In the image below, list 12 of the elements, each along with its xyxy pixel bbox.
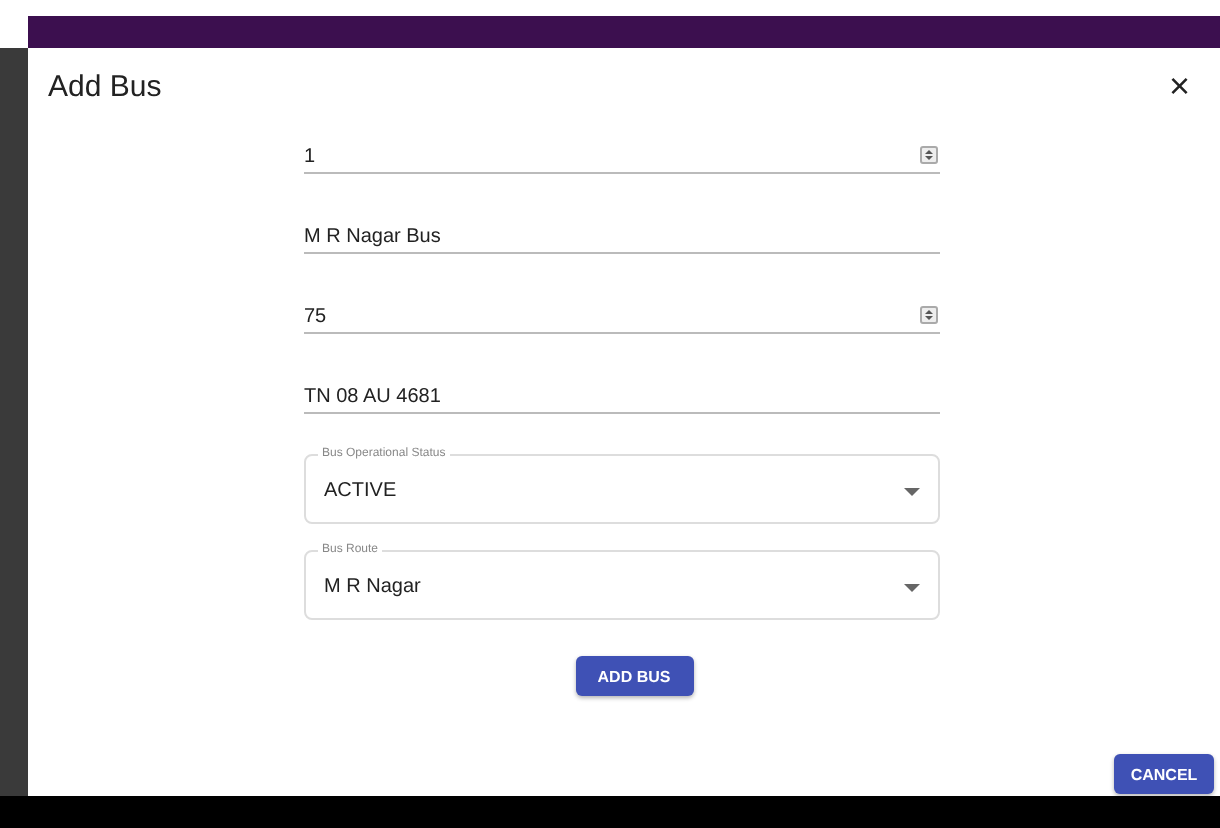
input-field[interactable]: 1 [304, 136, 940, 174]
input-field[interactable]: TN 08 AU 4681 [304, 376, 940, 414]
cancel-button[interactable]: CANCEL [1114, 754, 1214, 794]
close-button[interactable]: × [1168, 68, 1190, 104]
caret-icon [904, 487, 920, 495]
input-field[interactable]: 75 [304, 296, 940, 334]
input-field[interactable]: M R Nagar Bus [304, 216, 940, 254]
spinner-icon[interactable] [920, 145, 938, 163]
caret-icon [904, 583, 920, 591]
dialog-title: Add Bus [48, 69, 162, 103]
spinner-icon[interactable] [920, 305, 938, 323]
add-bus-button[interactable]: ADD BUS [575, 656, 693, 696]
